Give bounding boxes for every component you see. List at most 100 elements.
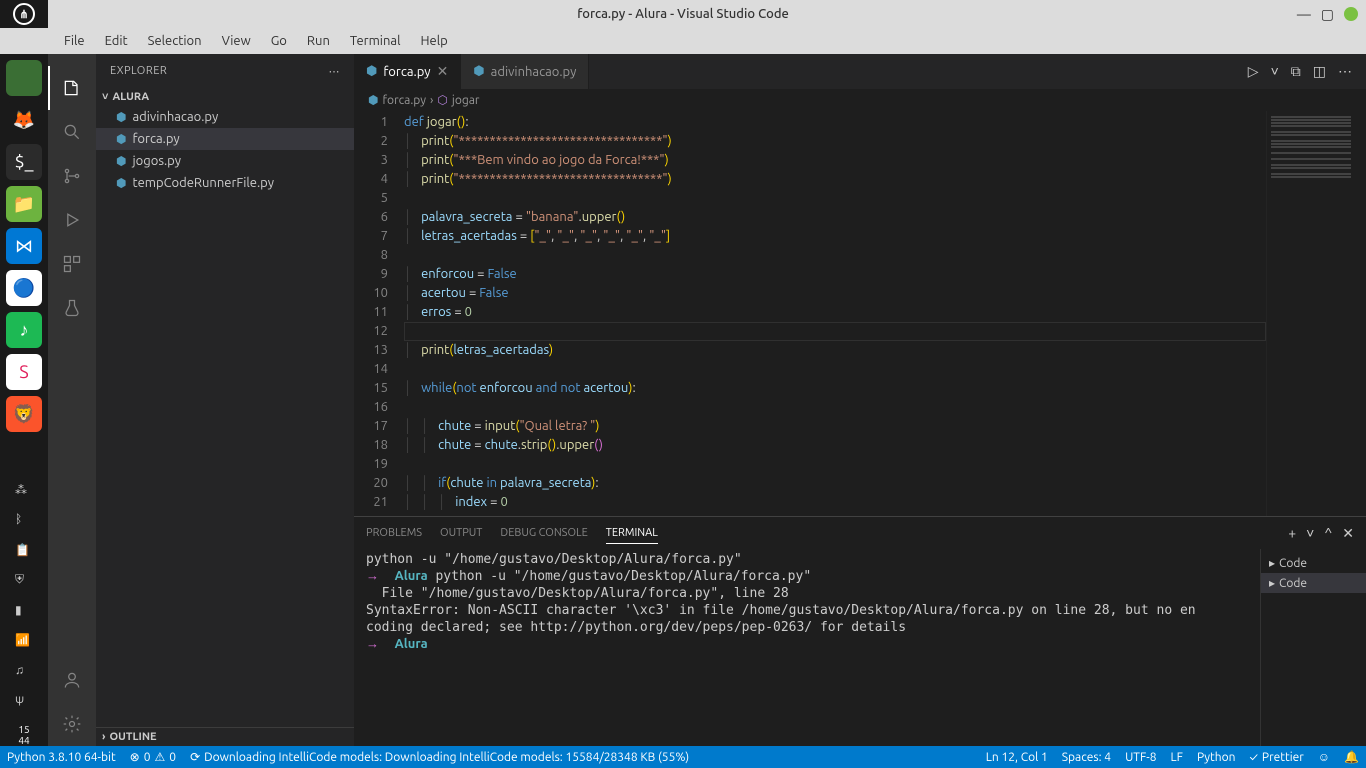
activity-run-debug[interactable] <box>48 198 96 242</box>
run-icon[interactable]: ▷ <box>1248 63 1259 80</box>
dock-wifi-icon[interactable]: 📶 <box>15 633 33 651</box>
dock-bluetooth-icon[interactable]: ᛒ <box>15 513 33 531</box>
outline-header[interactable]: › OUTLINE <box>96 728 354 746</box>
file-item[interactable]: ⬢jogos.py <box>96 150 354 172</box>
split-editor-icon[interactable]: ◫ <box>1313 63 1326 80</box>
run-dropdown-icon[interactable]: ˅ <box>1271 63 1279 80</box>
activity-extensions[interactable] <box>48 242 96 286</box>
python-file-icon: ⬢ <box>366 64 377 79</box>
activity-search[interactable] <box>48 110 96 154</box>
terminal-instance[interactable]: ▸ Code <box>1261 553 1366 573</box>
menu-help[interactable]: Help <box>412 31 455 51</box>
maximize-panel-icon[interactable]: ^ <box>1324 525 1332 542</box>
status-line-col[interactable]: Ln 12, Col 1 <box>979 746 1055 768</box>
menu-go[interactable]: Go <box>263 31 295 51</box>
dock-music-icon[interactable]: ♫ <box>15 663 33 681</box>
menu-run[interactable]: Run <box>299 31 338 51</box>
status-python[interactable]: Python 3.8.10 64-bit <box>0 746 123 768</box>
dock-spotify[interactable]: ♪ <box>6 312 42 348</box>
close-panel-icon[interactable]: ✕ <box>1342 525 1354 542</box>
maximize-button[interactable]: ▢ <box>1321 6 1334 23</box>
os-titlebar: ⋔ forca.py - Alura - Visual Studio Code … <box>0 0 1366 28</box>
bell-icon: 🔔 <box>1344 750 1359 764</box>
panel-tab-output[interactable]: OUTPUT <box>440 523 482 543</box>
status-problems[interactable]: ⊗0 ⚠0 <box>123 746 183 768</box>
panel-tab-terminal[interactable]: TERMINAL <box>606 523 658 544</box>
status-bell[interactable]: 🔔 <box>1337 746 1366 768</box>
panel-tab-problems[interactable]: PROBLEMS <box>366 523 422 543</box>
activity-account[interactable] <box>48 658 96 702</box>
dock-vscode[interactable]: ⋈ <box>6 228 42 264</box>
os-logo: ⋔ <box>0 0 48 28</box>
editor-tab[interactable]: ⬢forca.py✕ <box>354 54 461 89</box>
dock-chrome[interactable]: 🔵 <box>6 270 42 306</box>
tab-label: adivinhacao.py <box>491 65 577 79</box>
dock-clipboard-icon[interactable]: 📋 <box>15 543 33 561</box>
activity-bar <box>48 54 96 746</box>
close-button[interactable] <box>1344 7 1358 21</box>
minimap[interactable] <box>1266 111 1366 516</box>
activity-source-control[interactable] <box>48 154 96 198</box>
terminal-dropdown-icon[interactable]: ˅ <box>1306 525 1314 542</box>
new-terminal-icon[interactable]: + <box>1288 525 1296 542</box>
status-language[interactable]: Python <box>1190 746 1243 768</box>
activity-testing[interactable] <box>48 286 96 330</box>
file-item[interactable]: ⬢adivinhacao.py <box>96 106 354 128</box>
dock-firefox[interactable]: 🦊 <box>6 102 42 138</box>
editor-tab[interactable]: ⬢ adivinhacao.py <box>461 54 589 89</box>
more-icon[interactable]: ⋯ <box>1338 63 1352 80</box>
menu-view[interactable]: View <box>214 31 259 51</box>
error-icon: ⊗ <box>130 750 140 764</box>
dock-usb-icon[interactable]: ψ <box>15 693 33 711</box>
python-file-icon: ⬢ <box>473 64 484 79</box>
editor-tabs: ⬢forca.py✕⬢adivinhacao.py ▷ ˅ ⧉ ◫ ⋯ <box>354 54 1366 89</box>
menu-terminal[interactable]: Terminal <box>342 31 409 51</box>
window-title: forca.py - Alura - Visual Studio Code <box>577 7 789 21</box>
dock-terminal[interactable]: $_ <box>6 144 42 180</box>
terminal-icon: ▸ <box>1269 576 1275 590</box>
project-header[interactable]: ˅ ALURA <box>96 88 354 106</box>
project-name: ALURA <box>112 91 149 103</box>
dock-brave[interactable]: 🦁 <box>6 396 42 432</box>
split-compare-icon[interactable]: ⧉ <box>1291 63 1301 80</box>
status-feedback[interactable]: ☺ <box>1311 746 1337 768</box>
terminal-instance[interactable]: ▸ Code <box>1261 573 1366 593</box>
dock-shield-icon[interactable]: ⛨ <box>15 573 33 591</box>
activity-explorer[interactable] <box>48 66 96 110</box>
status-encoding[interactable]: UTF-8 <box>1118 746 1163 768</box>
breadcrumb[interactable]: ⬢ forca.py › ⬡ jogar <box>354 89 1366 111</box>
menu-selection[interactable]: Selection <box>140 31 210 51</box>
dock-tray-1[interactable]: ⁂ <box>15 483 33 501</box>
menu-file[interactable]: File <box>56 31 93 51</box>
code-editor[interactable]: 123456789101112131415161718192021 def jo… <box>354 111 1366 516</box>
file-name: adivinhacao.py <box>132 110 218 124</box>
terminal-output[interactable]: python -u "/home/gustavo/Desktop/Alura/f… <box>354 549 1260 746</box>
breadcrumb-symbol: jogar <box>452 94 480 107</box>
sidebar-more-icon[interactable]: ⋯ <box>329 65 341 78</box>
status-spaces[interactable]: Spaces: 4 <box>1055 746 1118 768</box>
dock-files[interactable]: 📁 <box>6 186 42 222</box>
dock-battery-icon[interactable]: ▮ <box>15 603 33 621</box>
close-icon[interactable]: ✕ <box>437 63 449 80</box>
python-file-icon: ⬢ <box>116 132 126 146</box>
dock-app-1[interactable] <box>6 60 42 96</box>
menu-edit[interactable]: Edit <box>97 31 136 51</box>
python-file-icon: ⬢ <box>116 154 126 168</box>
sidebar: EXPLORER ⋯ ˅ ALURA ⬢adivinhacao.py⬢forca… <box>96 54 354 746</box>
feedback-icon: ☺ <box>1318 750 1330 764</box>
breadcrumb-file: forca.py <box>382 94 426 107</box>
status-sync[interactable]: ⟳ Downloading IntelliCode models: Downlo… <box>183 746 696 768</box>
activity-settings[interactable] <box>48 702 96 746</box>
terminal-list: ▸ Code▸ Code <box>1260 549 1366 746</box>
panel-tab-debug-console[interactable]: DEBUG CONSOLE <box>500 523 587 543</box>
status-eol[interactable]: LF <box>1164 746 1190 768</box>
file-item[interactable]: ⬢tempCodeRunnerFile.py <box>96 172 354 194</box>
dock-slack[interactable]: S <box>6 354 42 390</box>
file-item[interactable]: ⬢forca.py <box>96 128 354 150</box>
status-prettier[interactable]: ✓Prettier <box>1243 746 1311 768</box>
menu-bar: FileEditSelectionViewGoRunTerminalHelp <box>0 28 1366 54</box>
dock-clock[interactable]: 1544 <box>18 724 29 746</box>
os-dock: 🦊 $_ 📁 ⋈ 🔵 ♪ S 🦁 ⁂ ᛒ 📋 ⛨ ▮ 📶 ♫ ψ 1544 <box>0 54 48 746</box>
minimize-button[interactable]: — <box>1297 6 1311 22</box>
terminal-icon: ▸ <box>1269 556 1275 570</box>
